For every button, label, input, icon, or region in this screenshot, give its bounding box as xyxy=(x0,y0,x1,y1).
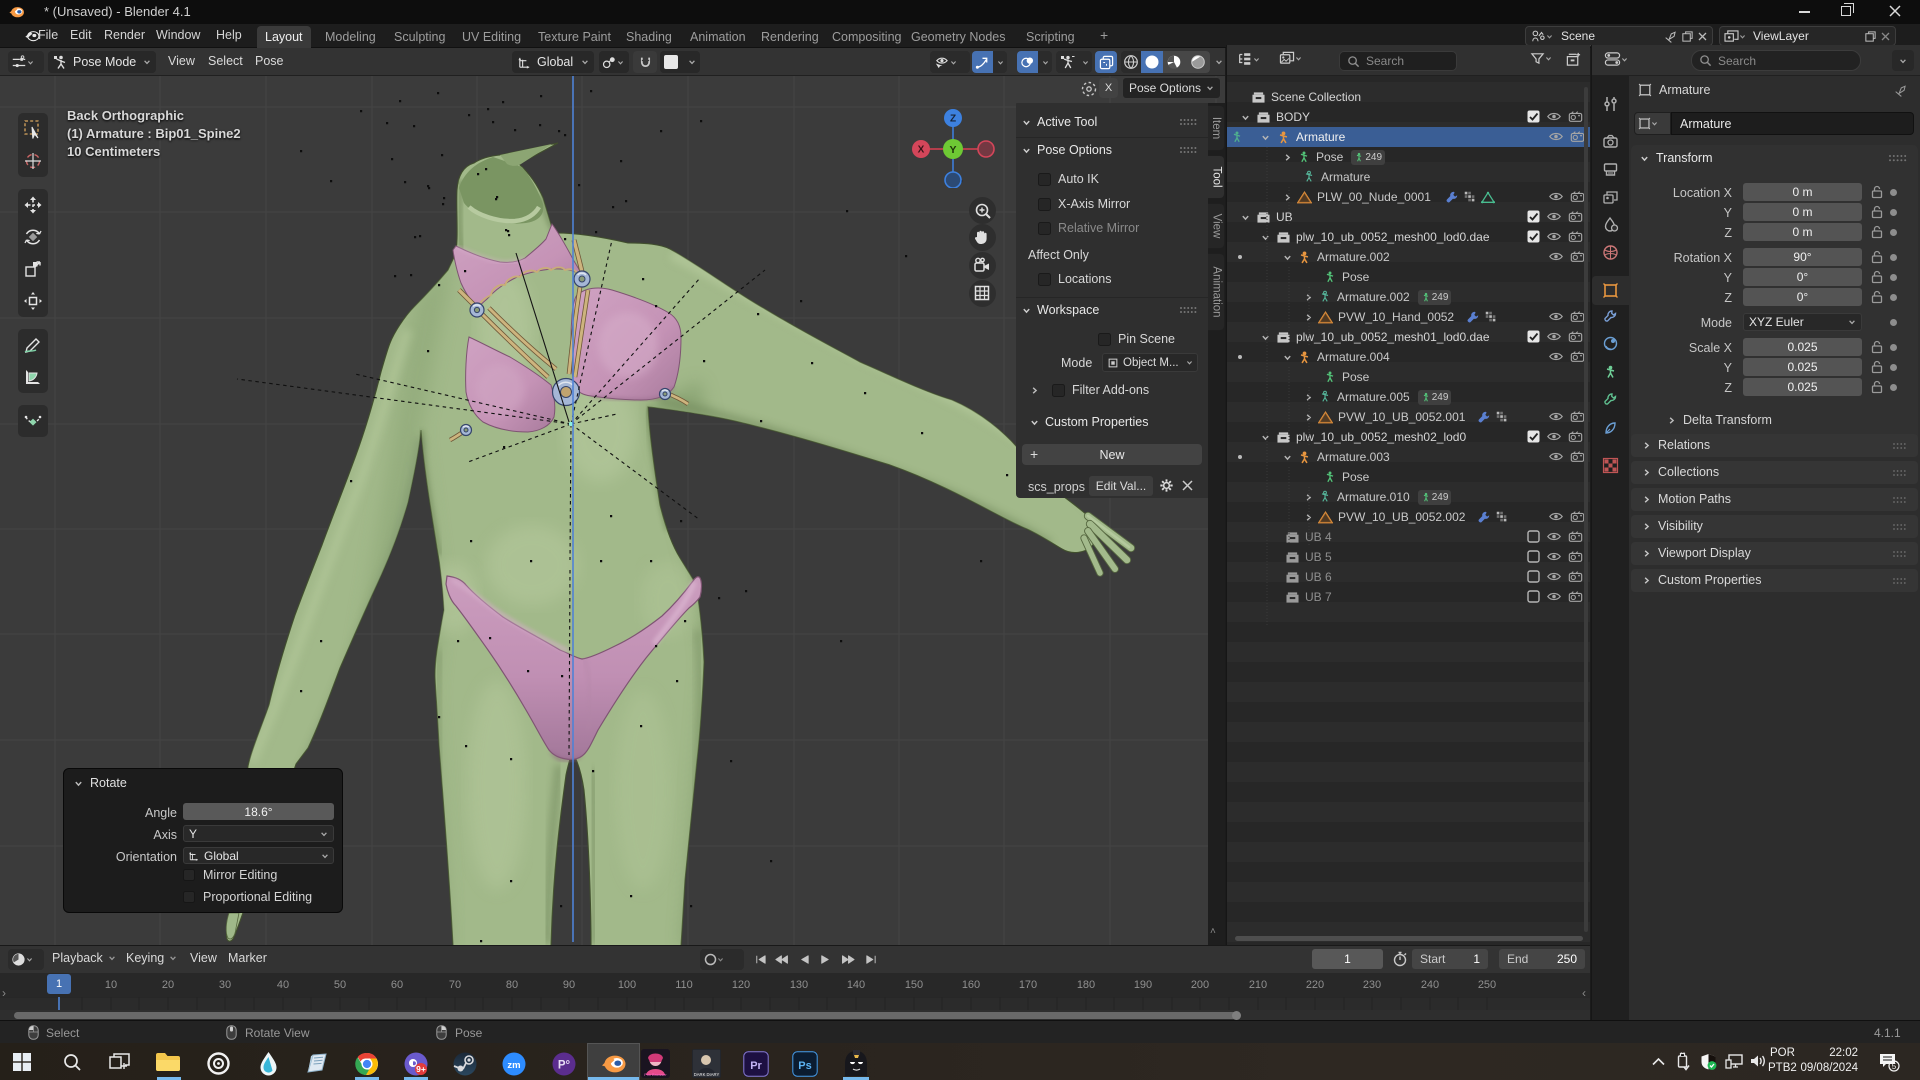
svg-text:X: X xyxy=(918,145,925,156)
svg-text:DARK DIARY: DARK DIARY xyxy=(694,1072,720,1077)
svg-text:Pxx Browser: Pxx Browser xyxy=(644,1072,667,1077)
svg-text:zm: zm xyxy=(507,1060,520,1071)
svg-text:Z: Z xyxy=(950,114,956,125)
svg-text:9+: 9+ xyxy=(416,1064,426,1074)
svg-text:Y: Y xyxy=(949,144,956,156)
svg-text:5: 5 xyxy=(1892,1062,1897,1071)
svg-text:Ps: Ps xyxy=(798,1060,811,1072)
svg-text:Pr: Pr xyxy=(750,1060,762,1072)
svg-text:P°: P° xyxy=(558,1060,571,1072)
